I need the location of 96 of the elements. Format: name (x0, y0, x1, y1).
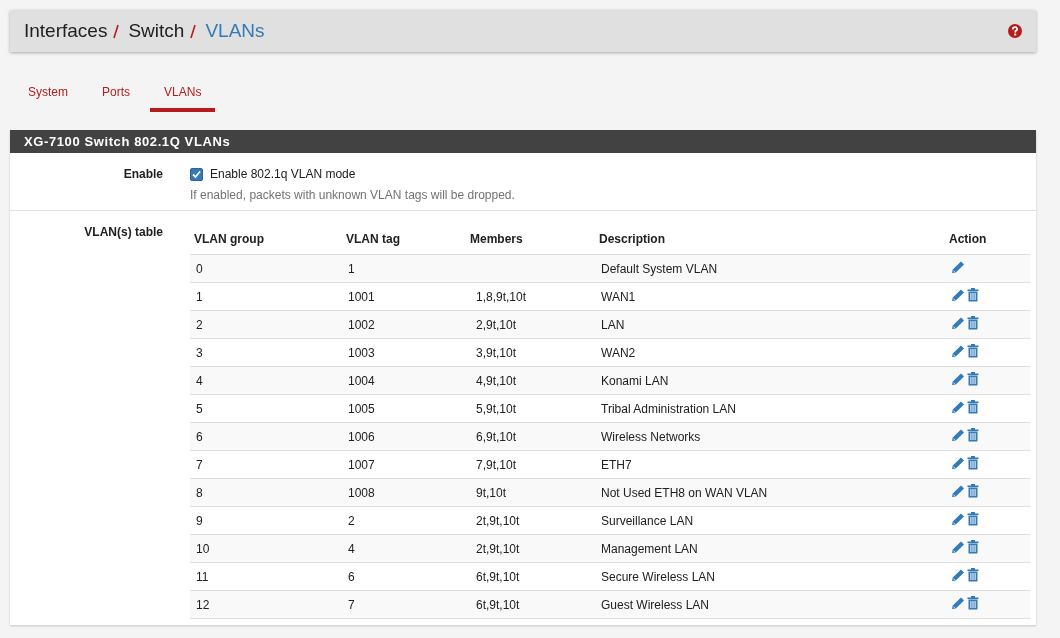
table-cell: 7 (196, 457, 203, 472)
table-cell: 4 (196, 373, 203, 388)
table-cell: 1008 (348, 485, 375, 500)
table-cell: 2,9t,10t (476, 317, 517, 332)
table-cell: 4 (348, 541, 355, 556)
pencil-icon[interactable] (951, 288, 966, 302)
tab[interactable]: VLANs (150, 79, 216, 112)
table-cell: 2 (348, 513, 355, 528)
field-label: Enable (123, 167, 163, 181)
help-text: If enabled, packets with unknown VLAN tags will be dropped. (190, 188, 515, 202)
table-cell: ETH7 (601, 457, 632, 472)
table-cell: 1003 (348, 345, 375, 360)
pencil-icon[interactable] (951, 428, 966, 442)
table-cell: 6 (348, 569, 355, 584)
pencil-icon[interactable] (951, 260, 966, 274)
table-cell: 1004 (348, 373, 375, 388)
table-cell: LAN (601, 317, 625, 332)
pencil-icon[interactable] (951, 316, 966, 330)
table-cell: 1006 (348, 429, 375, 444)
table-cell: 1002 (348, 317, 375, 332)
table-cell: Management LAN (601, 541, 698, 556)
table-cell: 2 (196, 317, 203, 332)
pencil-icon[interactable] (951, 484, 966, 498)
table-cell: 7,9t,10t (476, 457, 517, 472)
pencil-icon[interactable] (951, 568, 966, 582)
trash-icon[interactable] (967, 484, 979, 498)
table-cell: WAN2 (601, 345, 636, 360)
trash-icon[interactable] (967, 428, 979, 442)
breadcrumb-link[interactable]: Interfaces (24, 20, 108, 42)
table-cell: 1,8,9t,10t (476, 289, 527, 304)
breadcrumb-current: VLANs (205, 20, 265, 42)
table-cell: Konami LAN (601, 373, 669, 388)
table-cell: 0 (196, 261, 203, 276)
table-cell: 7 (348, 597, 355, 612)
table-cell: Tribal Administration LAN (601, 401, 736, 416)
slash-separator-icon (112, 22, 121, 40)
tab[interactable]: System (14, 79, 82, 112)
pencil-icon[interactable] (951, 400, 966, 414)
checkbox-label: Enable 802.1q VLAN mode (210, 167, 356, 181)
pencil-icon[interactable] (951, 596, 966, 610)
trash-icon[interactable] (967, 400, 979, 414)
table-cell: 12 (196, 597, 210, 612)
table-cell: 1005 (348, 401, 375, 416)
breadcrumb-link[interactable]: Switch (128, 20, 185, 42)
checkbox[interactable] (190, 167, 203, 181)
pencil-icon[interactable] (951, 456, 966, 470)
trash-icon[interactable] (967, 288, 979, 302)
table-cell: 4,9t,10t (476, 373, 517, 388)
pencil-icon[interactable] (951, 512, 966, 526)
table-cell: 2t,9t,10t (476, 513, 520, 528)
table-cell: 1001 (348, 289, 375, 304)
table-cell: 10 (196, 541, 210, 556)
table-cell: 6,9t,10t (476, 429, 517, 444)
table-cell: 2t,9t,10t (476, 541, 520, 556)
slash-separator-icon (189, 22, 198, 40)
table-cell: 3 (196, 345, 203, 360)
pencil-icon[interactable] (951, 540, 966, 554)
tab[interactable]: Ports (88, 79, 145, 112)
trash-icon[interactable] (967, 316, 979, 330)
column-header: Description (599, 232, 665, 246)
column-header: Action (949, 232, 987, 246)
table-cell: Wireless Networks (601, 429, 701, 444)
trash-icon[interactable] (967, 372, 979, 386)
trash-icon[interactable] (967, 568, 979, 582)
table-cell: 5,9t,10t (476, 401, 517, 416)
table-cell: 1007 (348, 457, 375, 472)
table-cell: 6t,9t,10t (476, 569, 520, 584)
field-label: VLAN(s) table (84, 225, 163, 239)
table-cell: 1 (196, 289, 203, 304)
column-header: VLAN group (194, 232, 264, 246)
help-icon[interactable] (1008, 24, 1022, 38)
table-cell: 3,9t,10t (476, 345, 517, 360)
table-cell: 6 (196, 429, 203, 444)
column-header: VLAN tag (346, 232, 400, 246)
pencil-icon[interactable] (951, 344, 966, 358)
table-cell: Not Used ETH8 on WAN VLAN (601, 485, 768, 500)
table-cell: 8 (196, 485, 203, 500)
trash-icon[interactable] (967, 456, 979, 470)
trash-icon[interactable] (967, 540, 979, 554)
table-cell: WAN1 (601, 289, 636, 304)
table-cell: 9 (196, 513, 203, 528)
pencil-icon[interactable] (951, 372, 966, 386)
table-cell: Default System VLAN (601, 261, 718, 276)
table-cell: 9t,10t (476, 485, 507, 500)
trash-icon[interactable] (967, 596, 979, 610)
table-cell: 5 (196, 401, 203, 416)
table-cell: 11 (196, 569, 209, 584)
table-cell: 1 (348, 261, 355, 276)
trash-icon[interactable] (967, 512, 979, 526)
table-cell: Guest Wireless LAN (601, 597, 710, 612)
table-cell: Secure Wireless LAN (601, 569, 716, 584)
table-cell: 6t,9t,10t (476, 597, 520, 612)
table-cell: Surveillance LAN (601, 513, 694, 528)
column-header: Members (470, 232, 523, 246)
panel-heading: XG-7100 Switch 802.1Q VLANs (10, 130, 1036, 153)
trash-icon[interactable] (967, 344, 979, 358)
